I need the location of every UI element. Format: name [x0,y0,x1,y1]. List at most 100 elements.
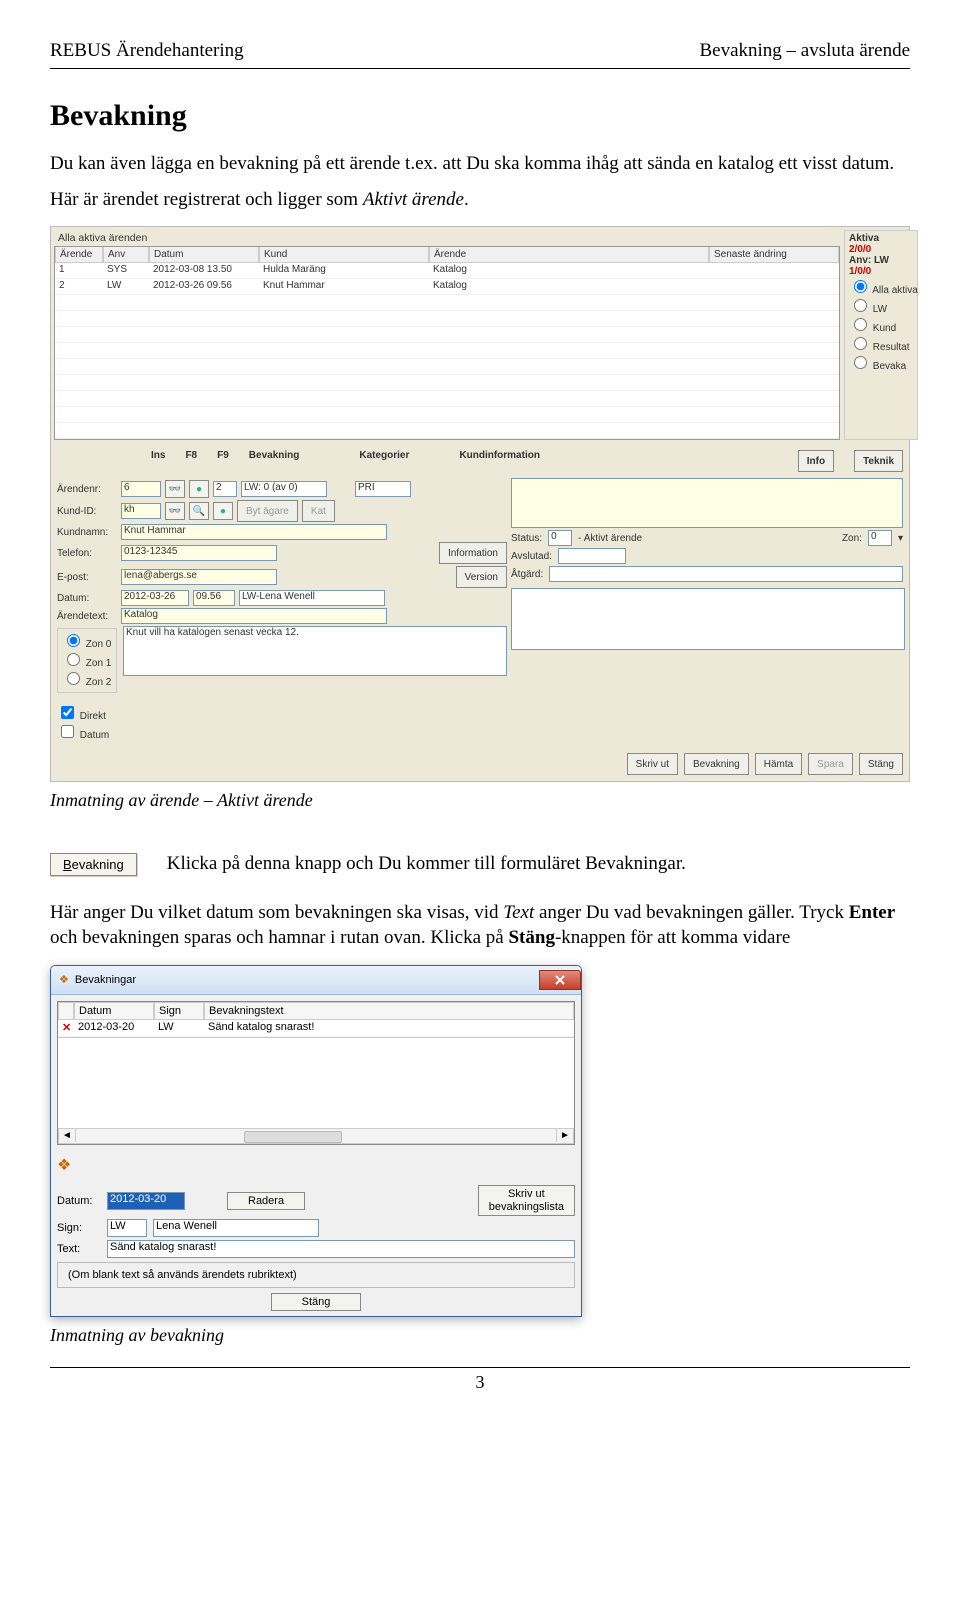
titlebar: ❖ Bevakningar [51,966,581,995]
bev-count-input[interactable]: 2 [213,481,237,497]
aktiva-label: Aktiva [849,233,879,244]
arendenr-label: Ärendenr: [57,484,117,495]
bevakning-instruction-row: Bevakning Klicka på denna knapp och Du k… [50,853,910,876]
arendetext-input[interactable]: Katalog [121,608,387,624]
header-right: Bevakning – avsluta ärende [699,40,910,62]
owner-input[interactable]: LW-Lena Wenell [239,590,385,606]
table-row[interactable]: 2 LW 2012-03-26 09.56 Knut Hammar Katalo… [55,279,839,295]
search-icon[interactable]: 🔍 [189,502,209,520]
atgard-textarea[interactable] [511,588,905,650]
radio-lw[interactable]: LW [849,296,913,315]
datum-input[interactable]: 2012-03-20 [107,1192,185,1210]
avslutad-input[interactable] [558,548,626,564]
radio-resultat[interactable]: Resultat [849,334,913,353]
atgard-input[interactable] [549,566,903,582]
bev-text-input[interactable]: LW: 0 (av 0) [241,481,327,497]
kundinfo-textarea[interactable] [511,478,903,528]
app-icon: ❖ [57,1155,71,1175]
close-button[interactable] [539,970,581,990]
stang-button[interactable]: Stäng [271,1293,362,1311]
stang-button[interactable]: Stäng [859,753,903,775]
binoculars-icon[interactable]: 👓 [165,502,185,520]
byt-agare-button[interactable]: Byt ägare [237,500,298,522]
radio-bevaka[interactable]: Bevaka [849,353,913,372]
information-button[interactable]: Information [439,542,507,564]
scroll-right-icon[interactable]: ► [556,1129,573,1142]
telefon-input[interactable]: 0123-12345 [121,545,277,561]
col-kund[interactable]: Kund [259,247,429,263]
col-senaste[interactable]: Senaste ändring [709,247,839,263]
description-textarea[interactable]: Knut vill ha katalogen senast vecka 12. [123,626,507,676]
epost-label: E-post: [57,572,117,583]
status-label: Status: [511,533,542,544]
sign-input[interactable]: LW [107,1219,147,1237]
radio-zon2[interactable]: Zon 2 [62,677,111,688]
radera-button[interactable]: Radera [227,1192,305,1210]
delete-icon[interactable]: ✕ [58,1020,74,1037]
col-anv[interactable]: Anv [103,247,149,263]
info-button[interactable]: Info [798,450,834,472]
kundnamn-label: Kundnamn: [57,527,117,538]
spara-button[interactable]: Spara [808,753,853,775]
table-row[interactable]: 1 SYS 2012-03-08 13.50 Hulda Maräng Kata… [55,263,839,279]
dropdown-icon[interactable]: ▾ [898,533,903,544]
text-label: Text: [57,1243,101,1255]
intro-paragraph-1: Du kan även lägga en bevakning på ett är… [50,151,910,177]
kundid-input[interactable]: kh [121,503,161,519]
table-row-empty [55,391,839,407]
bevakning-button-image: Bevakning [50,853,137,876]
col-arende[interactable]: Ärende [55,247,103,263]
screenshot-arendelista: Alla aktiva ärenden Ärende Anv Datum Kun… [50,226,910,782]
status-code-input[interactable]: 0 [548,530,572,546]
kundnamn-input[interactable]: Knut Hammar [121,524,387,540]
fieldset-aktiva-arenden: Alla aktiva ärenden Ärende Anv Datum Kun… [51,227,909,446]
page-header: REBUS Ärendehantering Bevakning – avslut… [50,40,910,62]
arendenr-input[interactable]: 6 [121,481,161,497]
table-row-empty [55,311,839,327]
datum-input[interactable]: 2012-03-26 [121,590,189,606]
col-text[interactable]: Bevakningstext [204,1002,574,1020]
count1: 2/0/0 [849,244,871,255]
header-left: REBUS Ärendehantering [50,40,244,62]
scroll-track[interactable] [76,1129,556,1143]
close-icon [555,975,565,985]
horizontal-scrollbar[interactable]: ◄ ► [58,1128,574,1144]
epost-input[interactable]: lena@abergs.se [121,569,277,585]
globe-icon[interactable]: ● [189,480,209,498]
col-datum[interactable]: Datum [74,1002,154,1020]
count2: 1/0/0 [849,266,871,277]
radio-alla-aktiva[interactable]: Alla aktiva [849,277,913,296]
table-row[interactable]: ✕ 2012-03-20 LW Sänd katalog snarast! [58,1020,574,1037]
page-number: 3 [50,1372,910,1393]
radio-zon1[interactable]: Zon 1 [62,658,111,669]
dialog-title: Bevakningar [75,974,136,986]
tid-input[interactable]: 09.56 [193,590,235,606]
sign-name-input[interactable]: Lena Wenell [153,1219,319,1237]
col-datum[interactable]: Datum [149,247,259,263]
scroll-left-icon[interactable]: ◄ [59,1129,76,1142]
scroll-thumb[interactable] [244,1131,342,1143]
col-sign[interactable]: Sign [154,1002,204,1020]
kat-button[interactable]: Kat [302,500,335,522]
table-row-empty [55,359,839,375]
sign-label: Sign: [57,1222,101,1234]
radio-kund[interactable]: Kund [849,315,913,334]
version-button[interactable]: Version [456,566,507,588]
radio-zon0[interactable]: Zon 0 [62,639,111,650]
skrivut-bevakningslista-button[interactable]: Skriv ut bevakningslista [478,1185,575,1216]
checkbox-datum[interactable]: Datum [57,730,109,741]
caption-1: Inmatning av ärende – Aktivt ärende [50,788,910,812]
teknik-button[interactable]: Teknik [854,450,903,472]
binoculars-icon[interactable]: 👓 [165,480,185,498]
globe-icon[interactable]: ● [213,502,233,520]
zon-input[interactable]: 0 [868,530,892,546]
atgard-label: Åtgärd: [511,569,543,580]
hamta-button[interactable]: Hämta [755,753,802,775]
bevakningar-dialog: ❖ Bevakningar Datum Sign Bevakningstext … [50,965,582,1317]
col-arende2[interactable]: Ärende [429,247,709,263]
checkbox-direkt[interactable]: Direkt [57,711,106,722]
text-input[interactable]: Sänd katalog snarast! [107,1240,575,1258]
kategori-input[interactable]: PRI [355,481,411,497]
skrivut-button[interactable]: Skriv ut [627,753,678,775]
bevakning-button[interactable]: Bevakning [684,753,749,775]
